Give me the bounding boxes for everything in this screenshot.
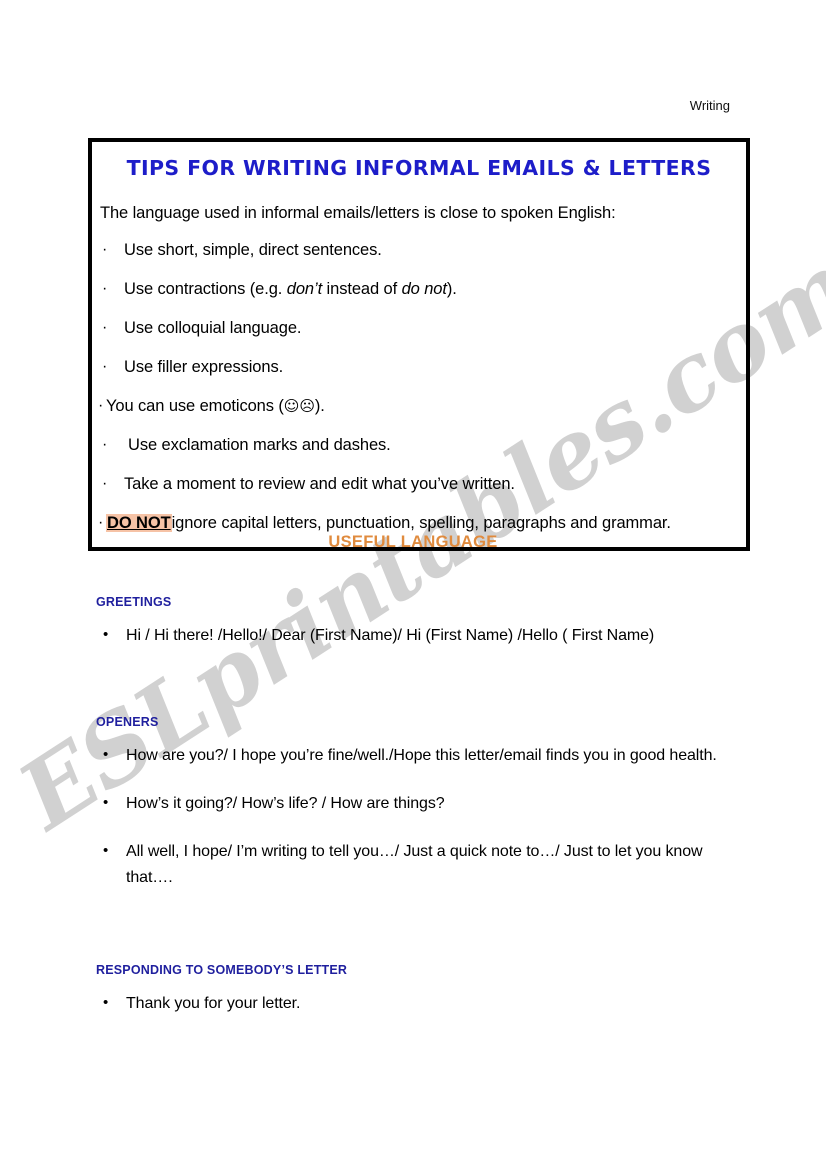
spacer-after-openers: [96, 891, 736, 963]
tips-list-item: · Use short, simple, direct sentences.: [92, 241, 746, 260]
middot-bullet-icon: ·: [98, 397, 104, 414]
middot-bullet-icon: ·: [102, 436, 108, 453]
tips-item-text-after: ignore capital letters, punctuation, spe…: [171, 514, 671, 532]
responding-list: • Thank you for your letter.: [96, 991, 736, 1017]
emoticon-faces-icon: ☺☹: [283, 397, 315, 415]
list-item-text: Hi / Hi there! /Hello!/ Dear (First Name…: [126, 627, 655, 644]
section-greetings: GREETINGS • Hi / Hi there! /Hello!/ Dear…: [96, 595, 736, 649]
tips-item-italic-full-form: do not: [401, 280, 447, 298]
middot-bullet-icon: ·: [102, 358, 108, 375]
tips-list-item: · Use filler expressions.: [92, 358, 746, 377]
list-item: • Hi / Hi there! /Hello!/ Dear (First Na…: [96, 623, 736, 649]
tips-list-item: · Use exclamation marks and dashes.: [92, 436, 746, 455]
tips-box-title: TIPS FOR WRITING INFORMAL EMAILS & LETTE…: [126, 156, 712, 180]
do-not-highlight: DO NOT: [106, 514, 172, 532]
middot-bullet-icon: ·: [102, 319, 108, 336]
section-openers: OPENERS • How are you?/ I hope you’re fi…: [96, 715, 736, 891]
tips-list-item: · Use colloquial language.: [92, 319, 746, 338]
middot-bullet-icon: ·: [102, 475, 108, 492]
list-item: • How’s it going?/ How’s life? / How are…: [96, 791, 736, 817]
round-bullet-icon: •: [103, 626, 109, 643]
tips-item-text: Use filler expressions.: [124, 358, 284, 376]
list-item-text: How are you?/ I hope you’re fine/well./H…: [126, 746, 717, 764]
openers-list: • How are you?/ I hope you’re fine/well.…: [96, 743, 736, 891]
useful-language-heading: USEFUL LANGUAGE: [328, 533, 498, 551]
running-header: Writing: [689, 98, 730, 113]
section-heading-greetings: GREETINGS: [96, 595, 172, 609]
round-bullet-icon: •: [103, 841, 109, 859]
tips-item-text-after: ).: [314, 397, 325, 415]
tips-item-italic-contraction: don’t: [286, 280, 323, 298]
list-item: • Thank you for your letter.: [96, 991, 736, 1017]
round-bullet-icon: •: [103, 793, 109, 811]
middot-bullet-icon: ·: [98, 514, 104, 531]
tips-list: · Use short, simple, direct sentences. ·…: [92, 241, 746, 533]
greetings-list: • Hi / Hi there! /Hello!/ Dear (First Na…: [96, 623, 736, 649]
tips-list-item: · Take a moment to review and edit what …: [92, 475, 746, 494]
tips-item-text-before: Use contractions (e.g.: [124, 280, 287, 298]
tips-item-text: Use colloquial language.: [124, 319, 302, 337]
section-heading-responding: RESPONDING TO SOMEBODY’S LETTER: [96, 962, 348, 977]
spacer-after-greetings: [96, 649, 736, 715]
middot-bullet-icon: ·: [102, 241, 108, 258]
list-item-text: How’s it going?/ How’s life? / How are t…: [126, 794, 445, 812]
tips-item-text-after: ).: [446, 280, 457, 298]
tips-list-item: · Use contractions (e.g. don’t instead o…: [92, 280, 746, 299]
round-bullet-icon: •: [103, 993, 109, 1011]
section-heading-openers: OPENERS: [96, 714, 159, 729]
tips-item-text: Use exclamation marks and dashes.: [128, 436, 391, 454]
list-item: • All well, I hope/ I’m writing to tell …: [96, 839, 736, 891]
tips-item-text: Use short, simple, direct sentences.: [124, 241, 382, 259]
list-item: • How are you?/ I hope you’re fine/well.…: [96, 743, 736, 769]
useful-language-sections: GREETINGS • Hi / Hi there! /Hello!/ Dear…: [96, 595, 736, 1016]
tips-list-item: · You can use emoticons (☺☹).: [92, 397, 746, 416]
middot-bullet-icon: ·: [102, 280, 108, 297]
tips-item-text: Take a moment to review and edit what yo…: [124, 475, 515, 493]
list-item-text: All well, I hope/ I’m writing to tell yo…: [126, 842, 703, 886]
tips-item-text-mid: instead of: [322, 280, 402, 298]
section-responding: RESPONDING TO SOMEBODY’S LETTER • Thank …: [96, 963, 736, 1017]
tips-box: TIPS FOR WRITING INFORMAL EMAILS & LETTE…: [88, 138, 750, 551]
tips-item-text-before: You can use emoticons (: [106, 397, 284, 415]
tips-box-intro: The language used in informal emails/let…: [100, 204, 616, 222]
tips-list-item-do-not: · DO NOTignore capital letters, punctuati…: [92, 514, 746, 533]
worksheet-page: ESLprintables.com Writing TIPS FOR WRITI…: [0, 0, 826, 1169]
list-item-text: Thank you for your letter.: [126, 994, 301, 1012]
round-bullet-icon: •: [103, 745, 109, 763]
